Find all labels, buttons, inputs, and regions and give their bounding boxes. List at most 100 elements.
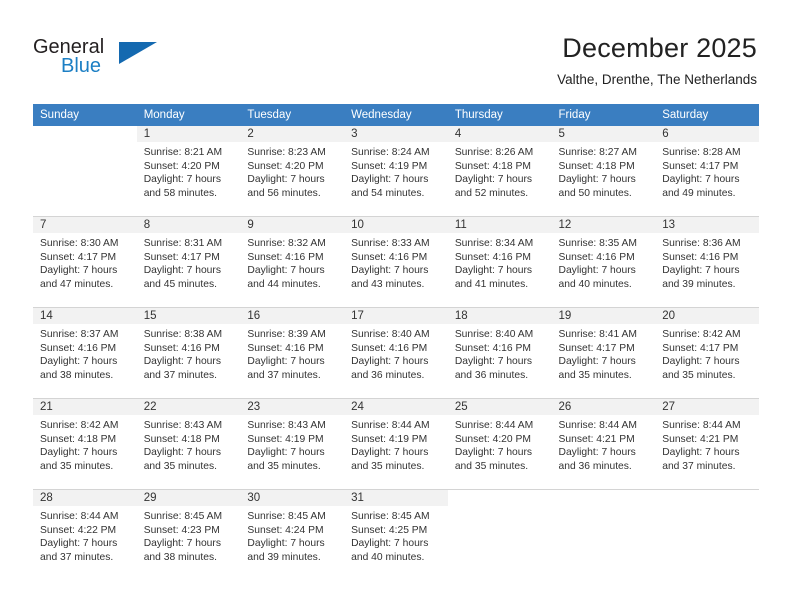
day-details: Sunrise: 8:39 AM Sunset: 4:16 PM Daylight:… [240,324,344,382]
day-daylight-line1-text: Daylight: 7 hours [143,265,221,277]
day-number: 8 [136,217,241,233]
weekday-header-tuesday: Tuesday [240,104,345,126]
day-daylight-line2-text: and 40 minutes. [351,551,425,563]
calendar-day[interactable]: 31 Sunrise: 8:45 AM Sunset: 4:25 PM Dayligh… [344,490,448,580]
calendar-day[interactable]: 11 Sunrise: 8:34 AM Sunset: 4:16 PM Dayligh… [447,217,552,307]
day-sunrise-text: Sunrise: 8:38 AM [143,329,223,340]
calendar-day[interactable]: 25 Sunrise: 8:44 AM Sunset: 4:20 PM Dayligh… [447,399,552,489]
weekday-header-saturday: Saturday [655,104,759,126]
day-sunrise-text: Sunrise: 8:44 AM [662,420,741,431]
calendar-day[interactable]: 19 Sunrise: 8:41 AM Sunset: 4:17 PM Dayligh… [551,308,656,398]
day-sunset-text: Sunset: 4:17 PM [143,251,220,263]
day-sunrise-text: Sunrise: 8:45 AM [351,511,430,522]
calendar-day[interactable]: 17 Sunrise: 8:40 AM Sunset: 4:16 PM Dayligh… [344,308,448,398]
calendar-day[interactable]: 21 Sunrise: 8:42 AM Sunset: 4:18 PM Dayligh… [33,399,137,489]
calendar-day[interactable]: 2 Sunrise: 8:23 AM Sunset: 4:20 PM Daylight… [240,126,345,216]
calendar-day[interactable]: 23 Sunrise: 8:43 AM Sunset: 4:19 PM Dayligh… [240,399,345,489]
day-details: Sunrise: 8:44 AM Sunset: 4:21 PM Daylight:… [655,415,759,473]
calendar-day[interactable]: 3 Sunrise: 8:24 AM Sunset: 4:19 PM Daylight… [344,126,448,216]
day-daylight-line1-text: Daylight: 7 hours [351,174,429,186]
weekday-header-thursday: Thursday [447,104,552,126]
day-sunrise-text: Sunrise: 8:27 AM [558,147,637,158]
day-daylight-line2-text: and 35 minutes. [454,460,529,472]
day-number: 3 [344,126,448,142]
day-daylight-line1-text: Daylight: 7 hours [351,265,429,277]
calendar-day[interactable]: 30 Sunrise: 8:45 AM Sunset: 4:24 PM Dayligh… [240,490,345,580]
day-details: Sunrise: 8:30 AM Sunset: 4:17 PM Daylight:… [33,233,137,291]
calendar-day[interactable]: 8 Sunrise: 8:31 AM Sunset: 4:17 PM Daylight… [136,217,241,307]
calendar-day[interactable]: 26 Sunrise: 8:44 AM Sunset: 4:21 PM Dayligh… [551,399,656,489]
day-daylight-line1-text: Daylight: 7 hours [454,265,533,277]
day-details: Sunrise: 8:23 AM Sunset: 4:20 PM Daylight:… [240,142,344,200]
day-sunset-text: Sunset: 4:17 PM [662,160,739,172]
calendar-week-row: 7 Sunrise: 8:30 AM Sunset: 4:17 PM Daylight… [33,216,759,308]
calendar-day[interactable]: 15 Sunrise: 8:38 AM Sunset: 4:16 PM Dayligh… [136,308,241,398]
calendar-page: General Blue December 2025 Valthe, Drent… [0,0,792,612]
calendar-day[interactable]: 24 Sunrise: 8:44 AM Sunset: 4:19 PM Dayligh… [344,399,448,489]
day-daylight-line1-text: Daylight: 7 hours [143,356,221,368]
day-number: 16 [240,308,345,324]
calendar-day[interactable]: 1 Sunrise: 8:21 AM Sunset: 4:20 PM Daylight… [136,126,241,216]
day-sunrise-text: Sunrise: 8:39 AM [247,329,326,340]
calendar-day[interactable]: 4 Sunrise: 8:26 AM Sunset: 4:18 PM Daylight… [447,126,552,216]
calendar-day[interactable]: 18 Sunrise: 8:40 AM Sunset: 4:16 PM Dayligh… [447,308,552,398]
calendar-cell: 24 Sunrise: 8:44 AM Sunset: 4:19 PM Dayligh… [344,398,448,490]
day-daylight-line1-text: Daylight: 7 hours [247,356,325,368]
day-details: Sunrise: 8:33 AM Sunset: 4:16 PM Daylight:… [344,233,448,291]
day-daylight-line2-text: and 47 minutes. [40,278,114,290]
calendar-day[interactable]: 6 Sunrise: 8:28 AM Sunset: 4:17 PM Daylight… [655,126,759,216]
day-sunrise-text: Sunrise: 8:41 AM [558,329,637,340]
day-sunset-text: Sunset: 4:20 PM [247,160,324,172]
day-daylight-line1-text: Daylight: 7 hours [143,447,221,459]
calendar-cell: 13 Sunrise: 8:36 AM Sunset: 4:16 PM Dayligh… [655,216,759,308]
day-sunrise-text: Sunrise: 8:24 AM [351,147,430,158]
calendar-day[interactable]: 16 Sunrise: 8:39 AM Sunset: 4:16 PM Dayligh… [240,308,345,398]
day-sunrise-text: Sunrise: 8:34 AM [454,238,534,249]
calendar-day[interactable]: 12 Sunrise: 8:35 AM Sunset: 4:16 PM Dayligh… [551,217,656,307]
calendar-cell: 28 Sunrise: 8:44 AM Sunset: 4:22 PM Dayligh… [33,489,137,580]
day-number: 23 [240,399,345,415]
calendar-day[interactable]: 20 Sunrise: 8:42 AM Sunset: 4:17 PM Dayligh… [655,308,759,398]
day-daylight-line1-text: Daylight: 7 hours [351,447,429,459]
calendar-day[interactable]: 5 Sunrise: 8:27 AM Sunset: 4:18 PM Daylight… [551,126,656,216]
calendar-cell: 7 Sunrise: 8:30 AM Sunset: 4:17 PM Daylight… [33,216,137,308]
calendar-day[interactable]: 7 Sunrise: 8:30 AM Sunset: 4:17 PM Daylight… [33,217,137,307]
day-daylight-line1-text: Daylight: 7 hours [143,538,221,550]
day-details: Sunrise: 8:40 AM Sunset: 4:16 PM Daylight:… [344,324,448,382]
day-sunset-text: Sunset: 4:21 PM [558,433,635,445]
calendar-day[interactable]: 10 Sunrise: 8:33 AM Sunset: 4:16 PM Dayligh… [344,217,448,307]
calendar-cell: 3 Sunrise: 8:24 AM Sunset: 4:19 PM Daylight… [344,126,448,217]
calendar-cell: 6 Sunrise: 8:28 AM Sunset: 4:17 PM Daylight… [655,126,759,217]
calendar-day[interactable]: 22 Sunrise: 8:43 AM Sunset: 4:18 PM Dayligh… [136,399,241,489]
calendar-day[interactable]: 9 Sunrise: 8:32 AM Sunset: 4:16 PM Daylight… [240,217,345,307]
day-daylight-line1-text: Daylight: 7 hours [454,174,533,186]
day-daylight-line1-text: Daylight: 7 hours [40,538,118,550]
day-daylight-line1-text: Daylight: 7 hours [40,356,118,368]
calendar-day[interactable]: 27 Sunrise: 8:44 AM Sunset: 4:21 PM Dayligh… [655,399,759,489]
day-details: Sunrise: 8:45 AM Sunset: 4:24 PM Daylight:… [240,506,344,564]
day-number: 25 [447,399,552,415]
calendar-cell [447,489,552,580]
day-daylight-line2-text: and 35 minutes. [247,460,321,472]
day-details: Sunrise: 8:32 AM Sunset: 4:16 PM Daylight:… [240,233,344,291]
day-details: Sunrise: 8:44 AM Sunset: 4:20 PM Daylight:… [448,415,552,473]
calendar-day[interactable]: 28 Sunrise: 8:44 AM Sunset: 4:22 PM Dayligh… [33,490,137,580]
day-sunrise-text: Sunrise: 8:21 AM [143,147,223,158]
day-sunrise-text: Sunrise: 8:40 AM [351,329,430,340]
calendar-day[interactable]: 14 Sunrise: 8:37 AM Sunset: 4:16 PM Dayligh… [33,308,137,398]
day-daylight-line1-text: Daylight: 7 hours [558,356,636,368]
generalblue-logo[interactable]: General Blue [33,36,163,84]
day-number: 2 [240,126,345,142]
day-number: 29 [136,490,241,506]
day-daylight-line2-text: and 39 minutes. [662,278,736,290]
calendar-day[interactable]: 13 Sunrise: 8:36 AM Sunset: 4:16 PM Dayligh… [655,217,759,307]
day-daylight-line1-text: Daylight: 7 hours [662,174,740,186]
calendar-cell: 1 Sunrise: 8:21 AM Sunset: 4:20 PM Daylight… [136,126,241,217]
day-sunrise-text: Sunrise: 8:44 AM [454,420,534,431]
day-number [551,490,656,506]
calendar-cell: 17 Sunrise: 8:40 AM Sunset: 4:16 PM Dayligh… [344,307,448,399]
day-number: 22 [136,399,241,415]
calendar-week-row: 1 Sunrise: 8:21 AM Sunset: 4:20 PM Daylight… [33,126,759,217]
calendar-day[interactable]: 29 Sunrise: 8:45 AM Sunset: 4:23 PM Dayligh… [136,490,241,580]
calendar-week-row: 14 Sunrise: 8:37 AM Sunset: 4:16 PM Dayligh… [33,307,759,399]
